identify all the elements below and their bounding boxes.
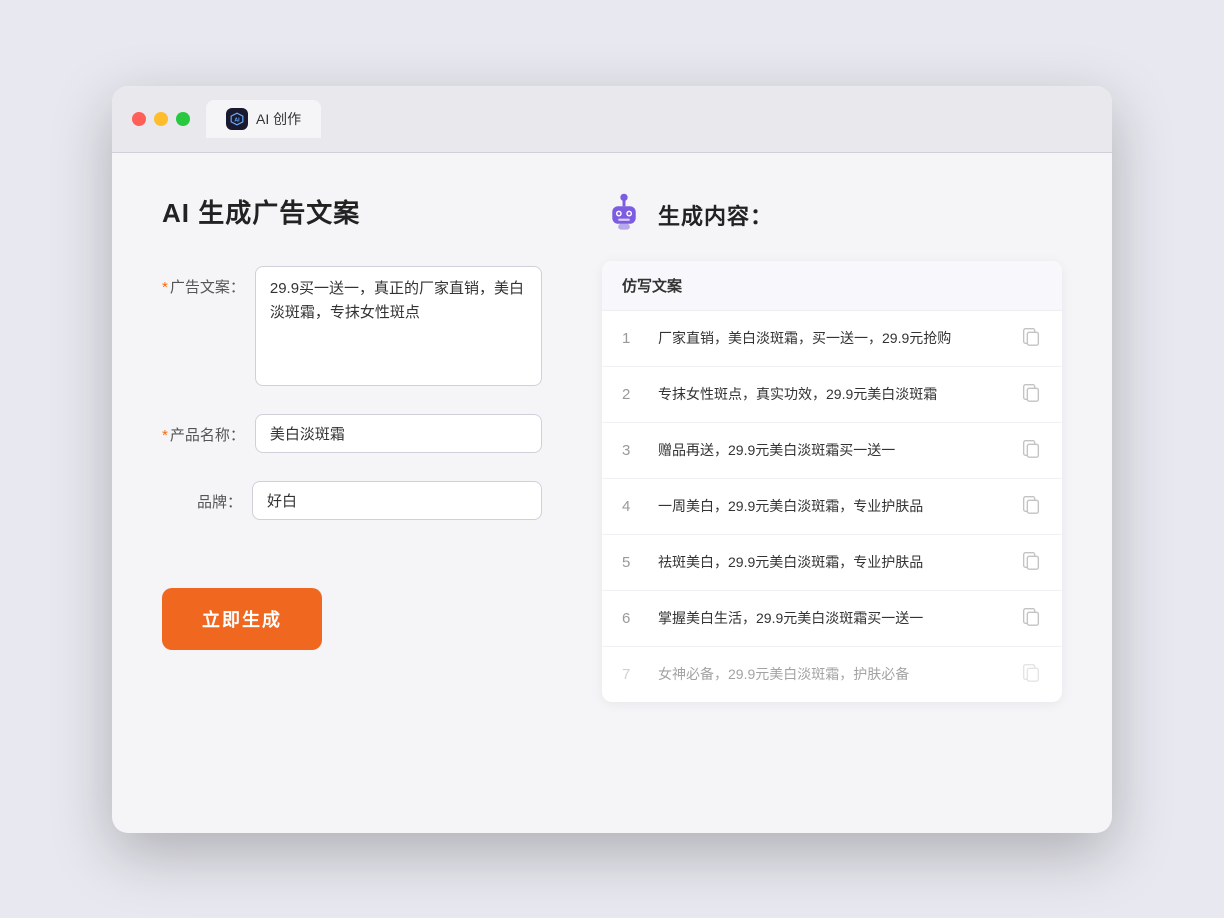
right-panel: 生成内容： 仿写文案 1 厂家直销，美白淡斑霜，买一送一，29.9元抢购 2 专抹女… bbox=[602, 193, 1062, 793]
table-header: 仿写文案 bbox=[602, 261, 1062, 311]
copy-icon[interactable] bbox=[1020, 549, 1042, 576]
table-rows-container: 1 厂家直销，美白淡斑霜，买一送一，29.9元抢购 2 专抹女性斑点，真实功效，29… bbox=[602, 311, 1062, 702]
traffic-lights bbox=[132, 112, 190, 126]
table-row: 2 专抹女性斑点，真实功效，29.9元美白淡斑霜 bbox=[602, 367, 1062, 423]
row-text: 祛斑美白，29.9元美白淡斑霜，专业护肤品 bbox=[658, 552, 1004, 573]
table-row: 3 赠品再送，29.9元美白淡斑霜买一送一 bbox=[602, 423, 1062, 479]
maximize-button[interactable] bbox=[176, 112, 190, 126]
table-row: 4 一周美白，29.9元美白淡斑霜，专业护肤品 bbox=[602, 479, 1062, 535]
row-number: 2 bbox=[622, 386, 642, 403]
table-row: 5 祛斑美白，29.9元美白淡斑霜，专业护肤品 bbox=[602, 535, 1062, 591]
row-number: 4 bbox=[622, 498, 642, 515]
ai-tab[interactable]: AI AI 创作 bbox=[206, 100, 321, 138]
row-text: 专抹女性斑点，真实功效，29.9元美白淡斑霜 bbox=[658, 384, 1004, 405]
row-number: 5 bbox=[622, 554, 642, 571]
row-text: 赠品再送，29.9元美白淡斑霜买一送一 bbox=[658, 440, 1004, 461]
ai-tab-icon: AI bbox=[226, 108, 248, 130]
table-row: 1 厂家直销，美白淡斑霜，买一送一，29.9元抢购 bbox=[602, 311, 1062, 367]
row-text: 女神必备，29.9元美白淡斑霜，护肤必备 bbox=[658, 664, 1004, 685]
copy-icon[interactable] bbox=[1020, 661, 1042, 688]
product-name-input[interactable] bbox=[255, 414, 542, 453]
svg-text:AI: AI bbox=[234, 117, 240, 123]
copy-icon[interactable] bbox=[1020, 605, 1042, 632]
robot-icon bbox=[602, 193, 646, 237]
minimize-button[interactable] bbox=[154, 112, 168, 126]
result-header: 生成内容： bbox=[602, 193, 1062, 237]
ad-copy-group: *广告文案： 29.9买一送一，真正的厂家直销，美白淡斑霜，专抹女性斑点 bbox=[162, 266, 542, 386]
titlebar: AI AI 创作 bbox=[112, 86, 1112, 153]
brand-input[interactable] bbox=[252, 481, 542, 520]
copy-icon[interactable] bbox=[1020, 437, 1042, 464]
table-row: 6 掌握美白生活，29.9元美白淡斑霜买一送一 bbox=[602, 591, 1062, 647]
copy-icon[interactable] bbox=[1020, 493, 1042, 520]
copy-icon[interactable] bbox=[1020, 325, 1042, 352]
result-title: 生成内容： bbox=[658, 199, 773, 231]
generate-button[interactable]: 立即生成 bbox=[162, 588, 322, 650]
required-star-1: * bbox=[162, 279, 168, 296]
ad-copy-input[interactable]: 29.9买一送一，真正的厂家直销，美白淡斑霜，专抹女性斑点 bbox=[255, 266, 542, 386]
copy-icon[interactable] bbox=[1020, 381, 1042, 408]
browser-window: AI AI 创作 AI 生成广告文案 *广告文案： 29.9买一送一，真正的厂家… bbox=[112, 86, 1112, 833]
row-text: 一周美白，29.9元美白淡斑霜，专业护肤品 bbox=[658, 496, 1004, 517]
product-name-label: *产品名称： bbox=[162, 414, 245, 445]
ad-copy-label: *广告文案： bbox=[162, 266, 245, 297]
row-number: 3 bbox=[622, 442, 642, 459]
table-row: 7 女神必备，29.9元美白淡斑霜，护肤必备 bbox=[602, 647, 1062, 702]
tab-label: AI 创作 bbox=[256, 109, 301, 129]
result-table: 仿写文案 1 厂家直销，美白淡斑霜，买一送一，29.9元抢购 2 专抹女性斑点，真实… bbox=[602, 261, 1062, 702]
page-title: AI 生成广告文案 bbox=[162, 193, 542, 230]
row-text: 厂家直销，美白淡斑霜，买一送一，29.9元抢购 bbox=[658, 328, 1004, 349]
close-button[interactable] bbox=[132, 112, 146, 126]
brand-group: 品牌： bbox=[162, 481, 542, 520]
row-text: 掌握美白生活，29.9元美白淡斑霜买一送一 bbox=[658, 608, 1004, 629]
main-content: AI 生成广告文案 *广告文案： 29.9买一送一，真正的厂家直销，美白淡斑霜，… bbox=[112, 153, 1112, 833]
required-star-2: * bbox=[162, 427, 168, 444]
product-name-group: *产品名称： bbox=[162, 414, 542, 453]
row-number: 7 bbox=[622, 666, 642, 683]
row-number: 6 bbox=[622, 610, 642, 627]
brand-label: 品牌： bbox=[162, 481, 242, 512]
row-number: 1 bbox=[622, 330, 642, 347]
left-panel: AI 生成广告文案 *广告文案： 29.9买一送一，真正的厂家直销，美白淡斑霜，… bbox=[162, 193, 542, 793]
